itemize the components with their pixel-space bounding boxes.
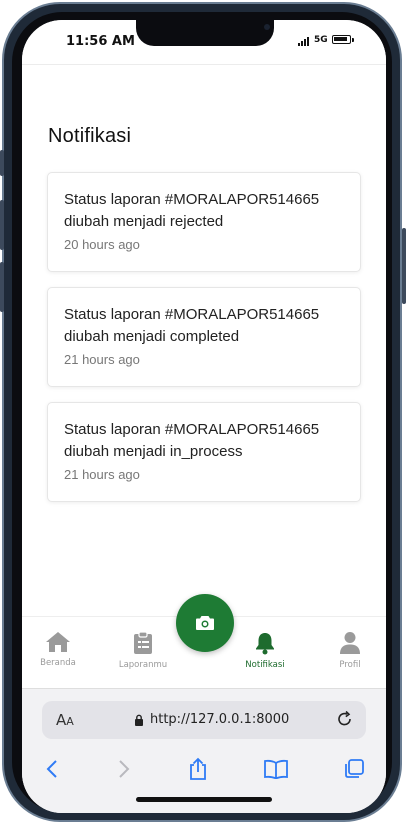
url-text: http://127.0.0.1:8000 xyxy=(150,712,290,727)
nav-label: Notifikasi xyxy=(245,660,285,670)
nav-label: Beranda xyxy=(40,658,76,668)
notch xyxy=(136,20,274,46)
reload-icon[interactable] xyxy=(336,710,354,728)
browser-toolbar: AA http://127.0.0.1:8000 xyxy=(22,688,386,813)
notification-time: 21 hours ago xyxy=(64,352,140,367)
forward-button[interactable] xyxy=(110,755,138,783)
mute-switch xyxy=(0,150,4,176)
battery-icon xyxy=(332,35,351,44)
bell-icon xyxy=(256,633,274,655)
share-icon xyxy=(190,757,206,780)
network-label: 5G xyxy=(314,35,328,45)
user-icon xyxy=(340,632,360,654)
home-icon xyxy=(46,632,70,652)
home-indicator xyxy=(136,797,272,802)
volume-up-button xyxy=(0,200,4,250)
bookmarks-icon xyxy=(264,759,288,779)
nav-label: Laporanmu xyxy=(118,660,168,670)
status-time: 11:56 AM xyxy=(66,34,135,49)
address-bar[interactable]: AA http://127.0.0.1:8000 xyxy=(42,701,366,739)
page-title: Notifikasi xyxy=(48,125,132,147)
nav-item-beranda[interactable]: Beranda xyxy=(26,631,90,681)
nav-item-notifikasi[interactable]: Notifikasi xyxy=(233,631,297,681)
text-size-button[interactable]: AA xyxy=(56,711,74,729)
volume-down-button xyxy=(0,262,4,312)
clipboard-icon xyxy=(134,631,152,654)
bookmarks-button[interactable] xyxy=(262,755,290,783)
notification-time: 20 hours ago xyxy=(64,237,140,252)
nav-item-laporanmu[interactable]: Laporanmu xyxy=(111,631,175,681)
screen: 11:56 AM 5G Notifikasi Status laporan #M… xyxy=(22,20,386,813)
tabs-button[interactable] xyxy=(340,755,368,783)
notification-message: Status laporan #MORALAPOR514665 diubah m… xyxy=(64,306,320,345)
camera-button[interactable] xyxy=(176,594,234,652)
lock-icon xyxy=(135,714,143,726)
back-icon xyxy=(46,760,57,778)
tabs-icon xyxy=(345,759,364,778)
notification-time: 21 hours ago xyxy=(64,467,140,482)
forward-icon xyxy=(119,760,130,778)
notification-card[interactable]: Status laporan #MORALAPOR514665 diubah m… xyxy=(47,172,361,272)
notifications-page: Notifikasi Status laporan #MORALAPOR5146… xyxy=(22,64,386,640)
nav-item-profil[interactable]: Profil xyxy=(318,631,382,681)
notification-message: Status laporan #MORALAPOR514665 diubah m… xyxy=(64,191,320,230)
status-bar: 11:56 AM 5G xyxy=(22,20,386,64)
notification-card[interactable]: Status laporan #MORALAPOR514665 diubah m… xyxy=(47,287,361,387)
notification-message: Status laporan #MORALAPOR514665 diubah m… xyxy=(64,421,320,460)
nav-label: Profil xyxy=(339,660,361,670)
camera-icon xyxy=(196,616,214,630)
notification-card[interactable]: Status laporan #MORALAPOR514665 diubah m… xyxy=(47,402,361,502)
power-button xyxy=(402,228,406,304)
back-button[interactable] xyxy=(38,755,66,783)
share-button[interactable] xyxy=(184,755,212,783)
signal-icon xyxy=(298,37,309,46)
